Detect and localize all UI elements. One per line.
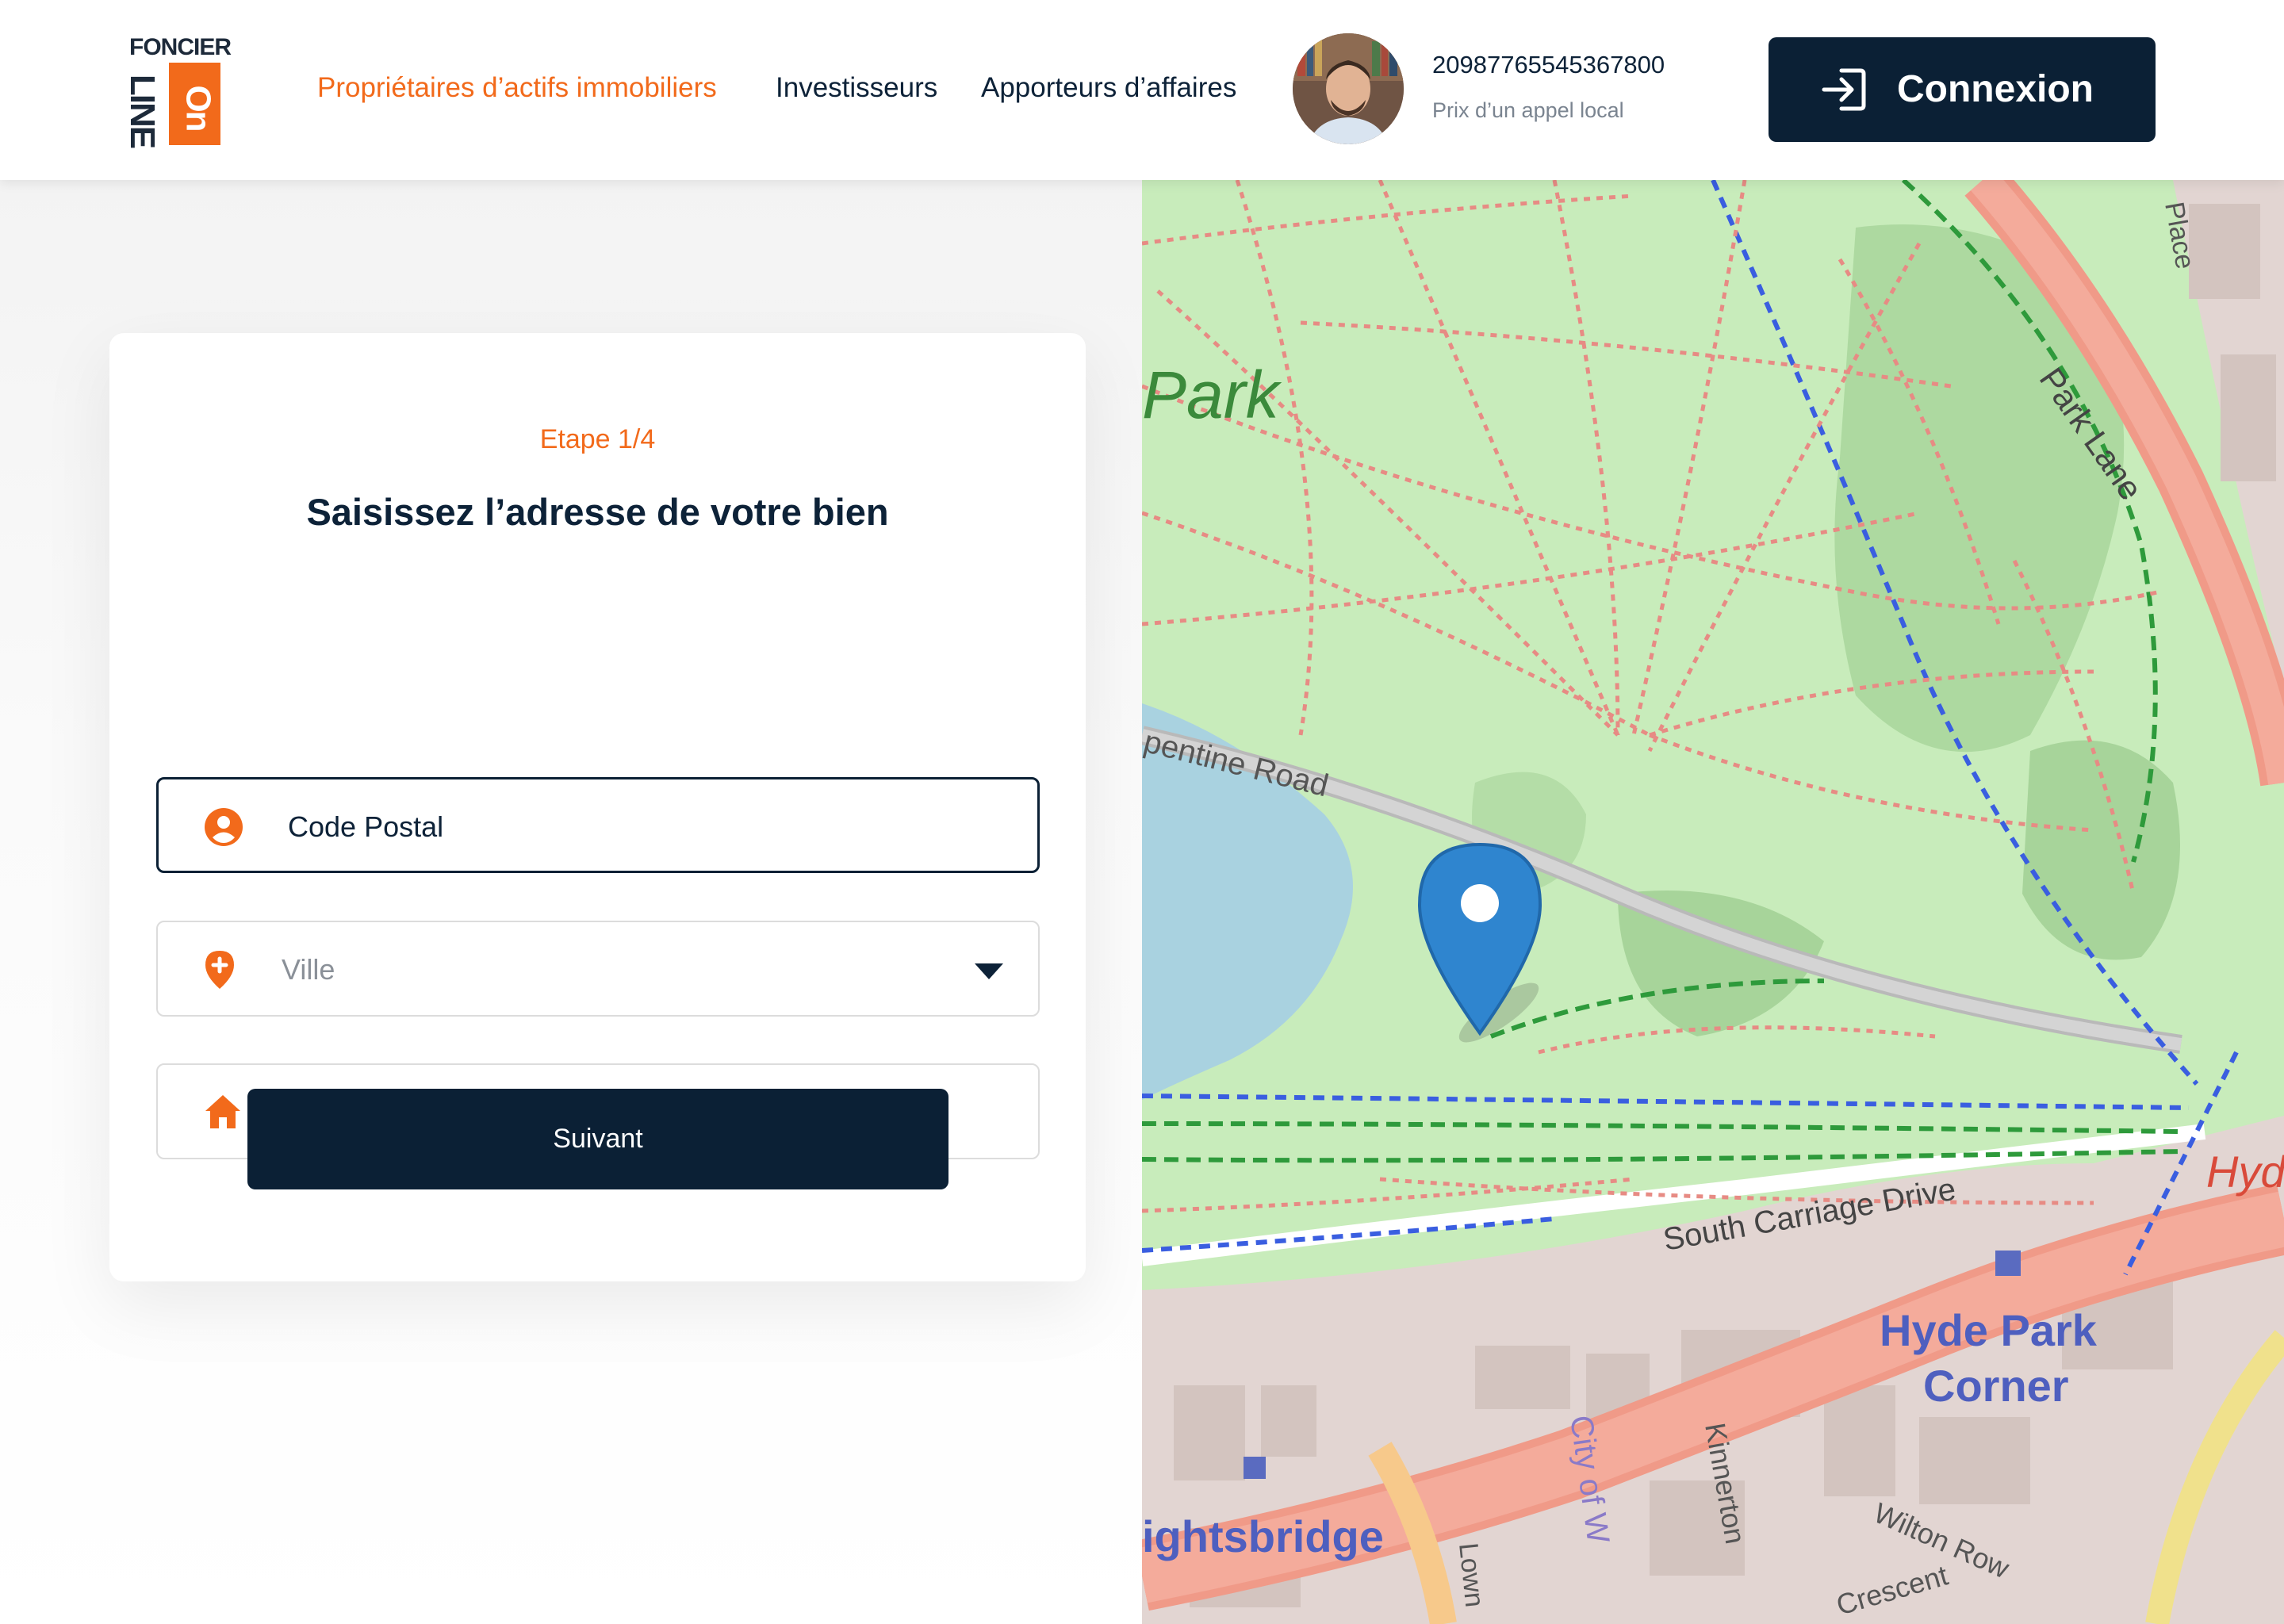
logo-line-text: LINE: [123, 74, 163, 148]
contact-phone-number[interactable]: 20987765545367800: [1432, 51, 1665, 79]
map-label-corner: Corner: [1923, 1361, 2069, 1411]
connexion-button-label: Connexion: [1897, 68, 2094, 110]
nav-proprietaires[interactable]: Propriétaires d’actifs immobiliers: [317, 70, 717, 106]
home-icon: [205, 1095, 240, 1128]
chevron-down-icon[interactable]: [975, 963, 1003, 979]
map-station-marker[interactable]: [1995, 1251, 2021, 1276]
map-label-hyde-edge: Hyd: [2206, 1147, 2284, 1197]
user-circle-icon: [205, 808, 243, 846]
address-form-card: Etape 1/4 Saisissez l’adresse de votre b…: [109, 333, 1086, 1281]
location-plus-icon: [205, 951, 234, 989]
step-indicator: Etape 1/4: [539, 424, 656, 454]
map-view[interactable]: Park Park Lane pentine Road South Carria…: [1142, 180, 2284, 1624]
suivant-button[interactable]: Suivant: [247, 1089, 948, 1189]
map-label-park: Park: [1142, 358, 1282, 432]
connexion-button[interactable]: Connexion: [1769, 37, 2156, 142]
ville-placeholder: Ville: [282, 953, 335, 986]
code-postal-field[interactable]: Code Postal: [156, 777, 1040, 873]
logo-on-text: On: [169, 63, 220, 145]
login-icon: [1822, 68, 1866, 111]
form-title: Saisissez l’adresse de votre bien: [306, 491, 889, 533]
nav-investisseurs[interactable]: Investisseurs: [776, 70, 937, 106]
map-station-marker[interactable]: [1244, 1457, 1266, 1479]
suivant-button-label: Suivant: [553, 1124, 643, 1154]
map-label-hyde-park: Hyde Park: [1880, 1305, 2098, 1355]
map-canvas: Park Park Lane pentine Road South Carria…: [1142, 180, 2284, 1624]
logo-block: LINE On: [123, 63, 220, 148]
contact-phone-note: Prix d’un appel local: [1432, 98, 1624, 122]
advisor-avatar: [1293, 33, 1404, 144]
ville-select[interactable]: Ville: [156, 921, 1040, 1017]
nav-apporteurs[interactable]: Apporteurs d’affaires: [981, 70, 1236, 106]
logo-foncier-text: FONCIER: [129, 34, 232, 60]
code-postal-value: Code Postal: [288, 810, 444, 843]
form-panel: Etape 1/4 Saisissez l’adresse de votre b…: [0, 180, 1142, 1624]
site-header: FONCIER LINE On Propriétaires d’actifs i…: [0, 0, 2284, 180]
map-label-knightsbridge: ightsbridge: [1142, 1511, 1384, 1561]
foncier-on-line-logo[interactable]: FONCIER LINE On: [123, 36, 232, 148]
